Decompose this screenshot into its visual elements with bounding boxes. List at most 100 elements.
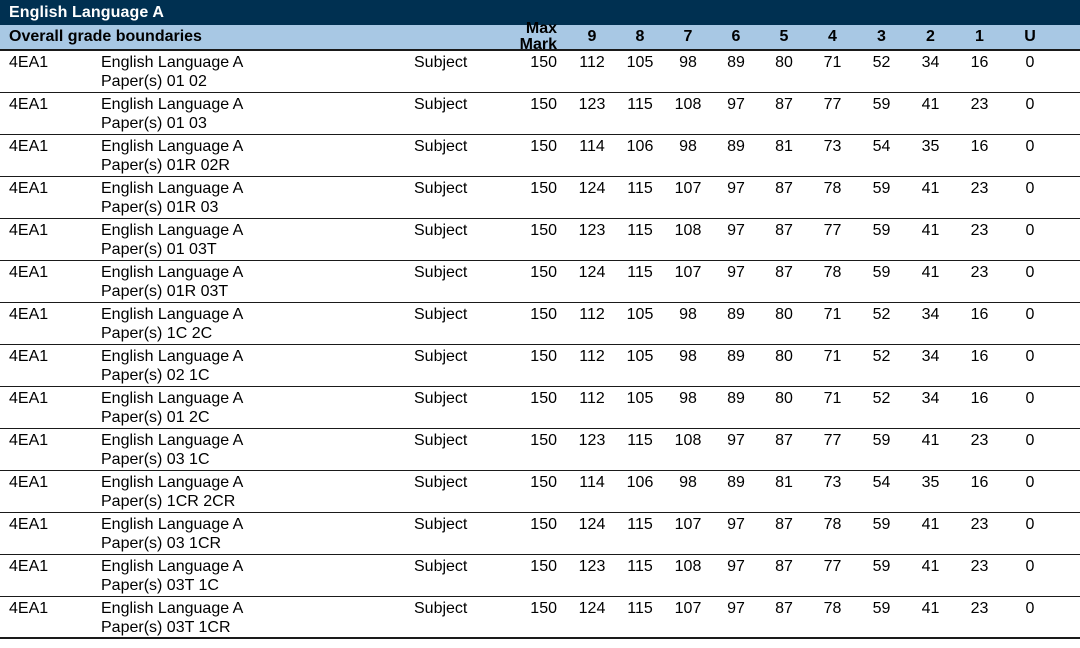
row-grade-8: 115 (627, 222, 653, 239)
row-level: Subject (414, 474, 468, 491)
row-level: Subject (414, 348, 468, 365)
row-grade-3: 54 (872, 138, 891, 155)
grade-boundaries-sheet: English Language A Overall grade boundar… (0, 0, 1080, 648)
row-grade-2: 41 (921, 558, 940, 575)
row-grade-4: 73 (823, 138, 842, 155)
row-grade-7: 98 (679, 54, 697, 71)
row-papers: Paper(s) 01 03T (101, 241, 217, 258)
row-grade-1: 23 (970, 600, 989, 617)
row-grade-6: 89 (727, 348, 745, 365)
row-grade-6: 97 (727, 516, 745, 533)
row-grade-8: 115 (627, 558, 653, 575)
row-level: Subject (414, 432, 468, 449)
row-grade-4: 71 (823, 54, 842, 71)
row-code: 4EA1 (9, 306, 49, 323)
row-grade-8: 115 (627, 264, 653, 281)
row-grade-9: 112 (579, 348, 605, 365)
row-grade-4: 71 (823, 348, 842, 365)
row-papers: Paper(s) 01R 02R (101, 157, 230, 174)
row-grade-8: 115 (627, 600, 653, 617)
table-row: 4EA1 English Language A Subject 150 114 106 98… (0, 471, 1080, 513)
table-row: 4EA1 English Language A Subject 150 112 105 98… (0, 387, 1080, 429)
row-grade-1: 16 (970, 390, 989, 407)
table-row: 4EA1 English Language A Subject 150 112 105 98… (0, 345, 1080, 387)
row-grade-6: 89 (727, 390, 745, 407)
row-grade-5: 80 (775, 348, 793, 365)
column-header-row: Overall grade boundaries Max Mark 9 8 7 … (0, 21, 1080, 53)
row-grade-5: 87 (775, 558, 793, 575)
column-header-grade-6: 6 (731, 28, 741, 45)
grade-boundaries-table-body: 4EA1 English Language A Subject 150 112 105 98… (0, 51, 1080, 639)
row-grade-9: 124 (578, 180, 606, 197)
row-level: Subject (414, 222, 468, 239)
row-papers: Paper(s) 03T 1C (101, 577, 219, 594)
row-code: 4EA1 (9, 54, 49, 71)
row-grade-5: 87 (775, 432, 793, 449)
row-grade-6: 89 (727, 474, 745, 491)
column-header-grade-1: 1 (975, 28, 984, 45)
row-grade-6: 97 (727, 180, 745, 197)
row-grade-4: 71 (823, 306, 842, 323)
row-grade-u: 0 (1025, 516, 1035, 533)
row-grade-4: 78 (823, 516, 842, 533)
row-grade-u: 0 (1025, 558, 1035, 575)
row-grade-8: 105 (626, 306, 654, 323)
row-grade-u: 0 (1025, 432, 1035, 449)
row-papers: Paper(s) 03 1C (101, 451, 210, 468)
row-subject-name: English Language A (101, 138, 244, 155)
row-grade-2: 41 (921, 180, 940, 197)
row-grade-1: 16 (970, 54, 989, 71)
row-grade-7: 107 (674, 264, 702, 281)
row-subject-name: English Language A (101, 180, 244, 197)
row-grade-2: 41 (921, 432, 940, 449)
row-grade-3: 59 (872, 432, 891, 449)
row-grade-8: 115 (627, 180, 653, 197)
row-grade-7: 107 (674, 600, 702, 617)
row-grade-4: 73 (823, 474, 842, 491)
row-max-mark: 150 (530, 474, 557, 491)
column-header-grade-5: 5 (779, 28, 789, 45)
row-papers: Paper(s) 01 2C (101, 409, 210, 426)
row-level: Subject (414, 516, 468, 533)
row-max-mark: 150 (530, 516, 557, 533)
row-code: 4EA1 (9, 180, 49, 197)
row-grade-6: 97 (727, 600, 745, 617)
row-grade-1: 23 (970, 222, 989, 239)
row-grade-u: 0 (1025, 306, 1035, 323)
page-title: English Language A (9, 3, 164, 21)
row-grade-1: 16 (970, 348, 989, 365)
row-grade-1: 23 (970, 96, 989, 113)
row-max-mark: 150 (530, 432, 557, 449)
table-row: 4EA1 English Language A Subject 150 124 115 10… (0, 597, 1080, 639)
row-level: Subject (414, 180, 468, 197)
row-level: Subject (414, 390, 468, 407)
row-max-mark: 150 (530, 54, 557, 71)
row-papers: Paper(s) 01 02 (101, 73, 207, 90)
row-grade-u: 0 (1025, 180, 1035, 197)
row-grade-4: 77 (823, 558, 842, 575)
row-grade-6: 89 (727, 306, 745, 323)
column-header-max-mark: Max Mark (519, 20, 557, 53)
column-header-grade-8: 8 (635, 28, 645, 45)
row-grade-1: 16 (970, 138, 989, 155)
row-subject-name: English Language A (101, 306, 244, 323)
row-grade-5: 81 (775, 474, 793, 491)
row-grade-5: 80 (775, 306, 793, 323)
row-code: 4EA1 (9, 390, 49, 407)
row-max-mark: 150 (530, 138, 557, 155)
row-level: Subject (414, 600, 468, 617)
row-max-mark: 150 (530, 600, 557, 617)
row-grade-3: 52 (872, 54, 891, 71)
column-header-grade-3: 3 (877, 28, 886, 45)
row-subject-name: English Language A (101, 558, 244, 575)
row-level: Subject (414, 54, 468, 71)
row-papers: Paper(s) 03T 1CR (101, 619, 231, 636)
row-grade-7: 107 (674, 180, 702, 197)
row-subject-name: English Language A (101, 516, 244, 533)
row-grade-4: 77 (823, 432, 842, 449)
row-subject-name: English Language A (101, 432, 244, 449)
column-header-grade-2: 2 (926, 28, 935, 45)
row-grade-u: 0 (1025, 222, 1035, 239)
row-grade-6: 89 (727, 138, 745, 155)
row-grade-1: 23 (970, 558, 989, 575)
